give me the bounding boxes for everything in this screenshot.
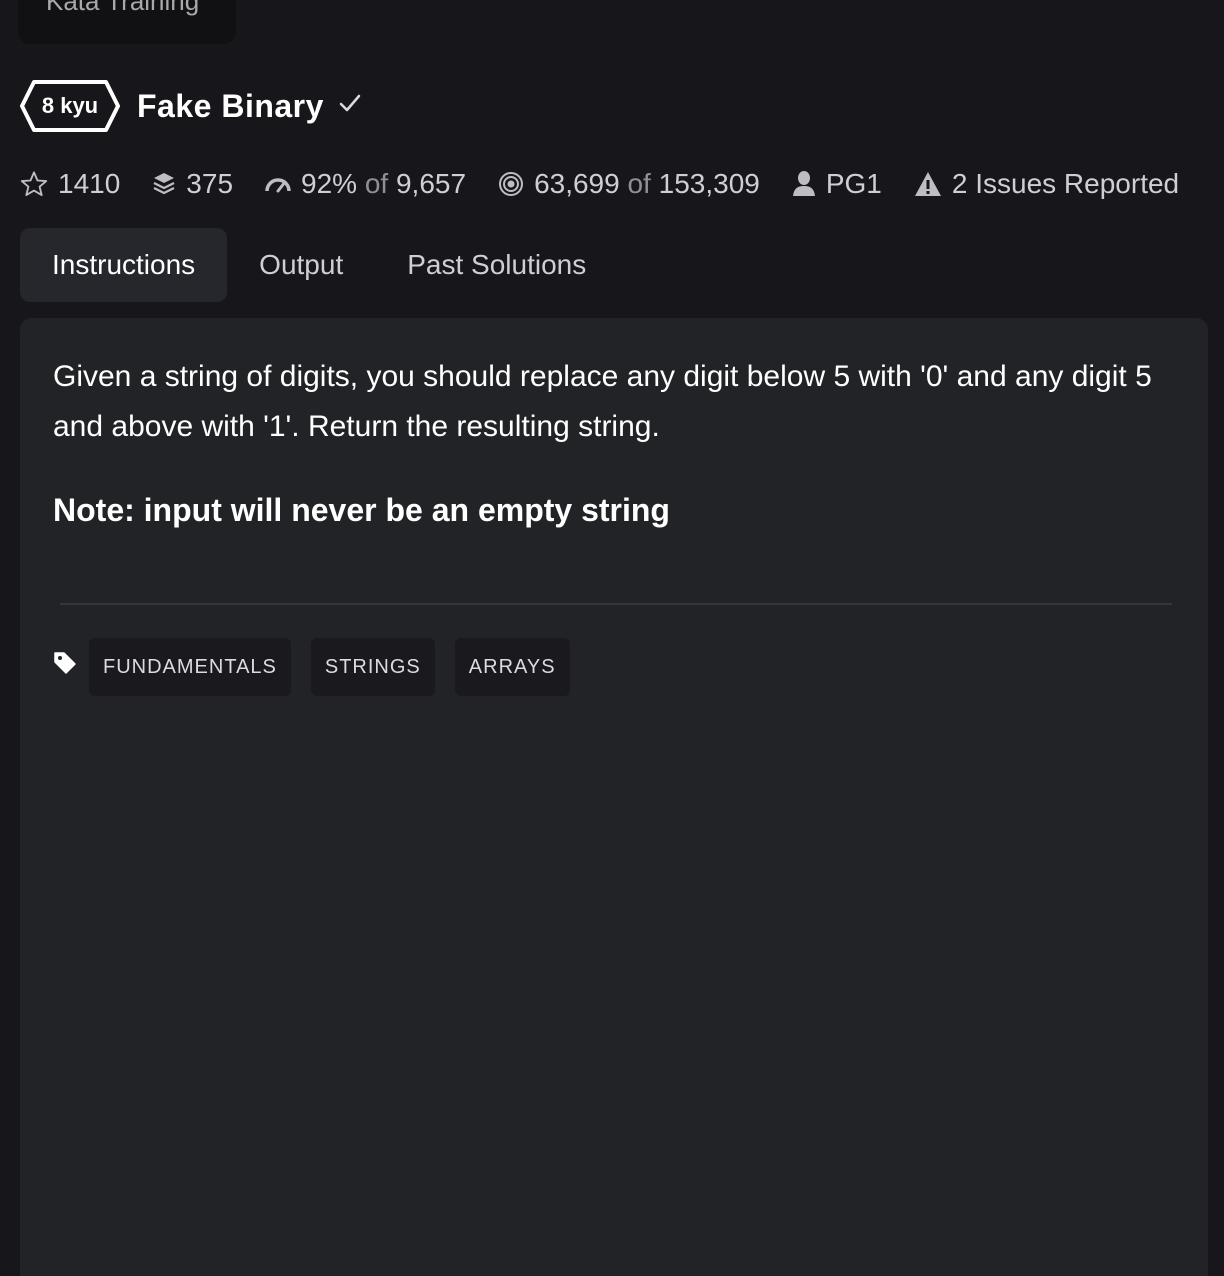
- completed-of: of: [627, 168, 651, 199]
- kata-description: Given a string of digits, you should rep…: [53, 360, 1152, 443]
- author-stat[interactable]: PG1: [792, 168, 882, 200]
- rank-label: 8 kyu: [41, 93, 99, 118]
- check-icon: [339, 94, 361, 112]
- tag-fundamentals[interactable]: FUNDAMENTALS: [89, 638, 291, 696]
- issues-stat[interactable]: 2 Issues Reported: [914, 168, 1179, 200]
- tab-instructions[interactable]: Instructions: [20, 228, 228, 302]
- stars-count: 1410: [58, 168, 121, 199]
- kata-tabs: Instructions Output Past Solutions: [20, 228, 618, 302]
- kata-training-tab[interactable]: Kata Training: [18, 0, 236, 44]
- warning-icon: [914, 172, 941, 196]
- tab-past-solutions[interactable]: Past Solutions: [375, 228, 618, 302]
- completed-stat: 63,699 of 153,309: [498, 168, 760, 200]
- satisfaction-rate: 92%: [301, 168, 358, 199]
- collections-count: 375: [186, 168, 234, 199]
- kata-title-row: 8 kyu Fake Binary: [20, 78, 362, 134]
- satisfaction-stat: 92% of 9,657: [265, 168, 466, 200]
- completed-count: 63,699: [534, 168, 620, 199]
- tab-output[interactable]: Output: [227, 228, 375, 302]
- issues-label: 2 Issues Reported: [951, 168, 1180, 199]
- tag-strings[interactable]: STRINGS: [310, 638, 435, 696]
- attempted-count: 153,309: [658, 168, 760, 199]
- kata-page: Kata Training 8 kyu Fake Binary 1410 375…: [0, 0, 1224, 1276]
- instructions-panel: Given a string of digits, you should rep…: [20, 318, 1208, 1276]
- tag-arrays[interactable]: ARRAYS: [454, 638, 570, 696]
- satisfaction-votes: 9,657: [395, 168, 467, 199]
- kata-stats: 1410 375 92% of 9,657 63,699 of 153,309 …: [20, 164, 1179, 204]
- user-icon: [792, 171, 815, 196]
- stars-stat[interactable]: 1410: [20, 168, 120, 200]
- author-name: PG1: [825, 168, 882, 199]
- kata-note: Note: input will never be an empty strin…: [53, 492, 670, 528]
- star-icon: [20, 171, 48, 197]
- target-icon: [499, 172, 524, 196]
- tag-list: FUNDAMENTALS STRINGS ARRAYS: [53, 638, 590, 696]
- collections-stat[interactable]: 375: [152, 168, 233, 200]
- rank-badge: 8 kyu: [20, 79, 120, 133]
- satisfaction-of: of: [364, 168, 389, 199]
- kata-training-label: Kata Training: [46, 0, 200, 16]
- gauge-icon: [265, 178, 291, 193]
- kata-title: Fake Binary: [137, 87, 324, 124]
- tag-icon: [54, 652, 76, 674]
- layers-icon: [153, 173, 175, 195]
- divider: [60, 603, 1172, 605]
